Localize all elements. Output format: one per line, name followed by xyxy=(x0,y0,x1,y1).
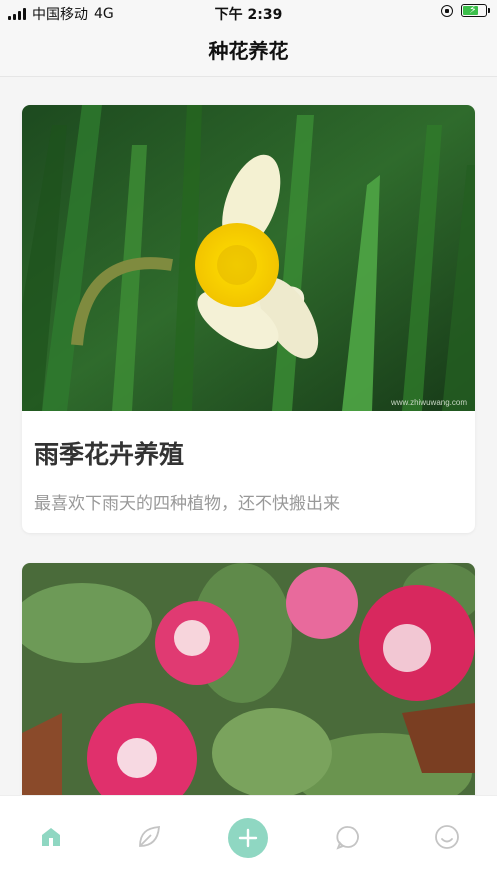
bottom-tab-bar xyxy=(0,795,497,884)
daffodil-image: www.zhiwuwang.com xyxy=(22,105,475,411)
page-title: 种花养花 xyxy=(208,39,289,63)
smile-icon xyxy=(435,825,459,849)
card-title: 雨季花卉养殖 xyxy=(34,440,185,469)
nav-header: 种花养花 xyxy=(0,26,497,77)
leaf-icon xyxy=(139,826,160,847)
battery-icon: ⚡ xyxy=(461,3,490,17)
status-right: ⚡ xyxy=(441,3,490,17)
tab-plants[interactable] xyxy=(134,822,164,852)
image-watermark: www.zhiwuwang.com xyxy=(390,398,467,407)
tab-profile[interactable] xyxy=(432,822,462,852)
tab-messages[interactable] xyxy=(333,822,363,852)
article-card[interactable]: www.zhiwuwang.com 雨季花卉养殖 最喜欢下雨天的四种植物，还不快… xyxy=(22,105,475,533)
orientation-lock-icon xyxy=(441,4,453,17)
tab-add[interactable] xyxy=(228,818,268,858)
status-time: 下午 2:39 xyxy=(214,7,283,23)
card-subtitle: 最喜欢下雨天的四种植物，还不快搬出来 xyxy=(34,494,340,514)
chat-icon xyxy=(336,826,359,850)
status-bar: 中国移动 4G 下午 2:39 ⚡ xyxy=(0,0,497,26)
home-icon xyxy=(42,828,60,846)
article-card[interactable] xyxy=(22,563,475,803)
plus-icon xyxy=(238,828,258,848)
tab-home[interactable] xyxy=(36,822,66,852)
gloxinia-image xyxy=(22,563,475,803)
